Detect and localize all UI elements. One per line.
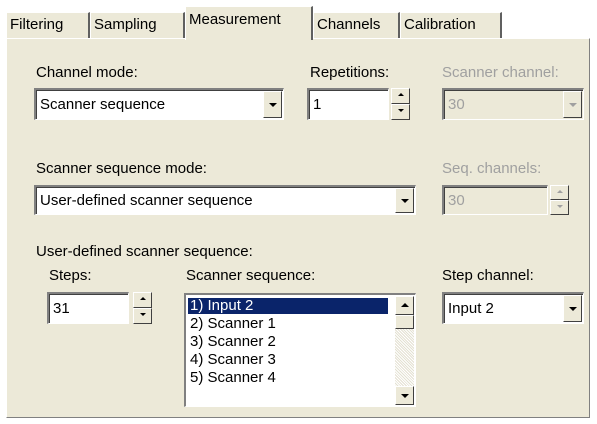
scroll-up-icon[interactable] [395, 296, 414, 315]
spin-up-icon[interactable] [391, 88, 410, 104]
scroll-down-icon[interactable] [395, 386, 414, 405]
scanner-channel-value: 30 [448, 96, 465, 113]
spin-down-icon[interactable] [550, 200, 569, 215]
scanner-channel-label: Scanner channel: [442, 64, 559, 81]
seq-mode-label: Scanner sequence mode: [36, 160, 207, 177]
scroll-thumb[interactable] [395, 315, 414, 329]
seq-channels-spinner[interactable] [550, 185, 569, 215]
tab-label: Channels [317, 16, 381, 33]
spin-down-icon[interactable] [133, 308, 152, 324]
tab-calibration[interactable]: Calibration [400, 12, 502, 38]
tab-label: Calibration [404, 16, 476, 33]
user-seq-label: User-defined scanner sequence: [36, 243, 253, 260]
chevron-down-icon[interactable] [563, 91, 582, 118]
scanner-channel-dropdown[interactable]: 30 [442, 88, 584, 120]
step-channel-value: Input 2 [448, 300, 494, 317]
repetitions-label: Repetitions: [310, 64, 390, 81]
tab-label: Sampling [94, 16, 157, 33]
list-item[interactable]: 3) Scanner 2 [188, 334, 388, 350]
seq-channels-value: 30 [448, 192, 465, 209]
seq-mode-dropdown[interactable]: User-defined scanner sequence [34, 185, 416, 215]
repetitions-field[interactable]: 1 [307, 88, 389, 120]
repetitions-spinner[interactable] [391, 88, 410, 120]
tab-measurement[interactable]: Measurement [185, 6, 313, 40]
list-item[interactable]: 5) Scanner 4 [188, 370, 388, 386]
step-channel-dropdown[interactable]: Input 2 [442, 292, 584, 324]
tab-label: Measurement [189, 11, 281, 28]
tab-filtering[interactable]: Filtering [6, 12, 90, 38]
spin-up-icon[interactable] [550, 185, 569, 200]
channel-mode-dropdown[interactable]: Scanner sequence [34, 88, 284, 120]
steps-spinner[interactable] [133, 292, 152, 324]
steps-label: Steps: [49, 267, 92, 284]
steps-field[interactable]: 31 [47, 292, 129, 324]
scanner-sequence-list[interactable]: 1) Input 2 2) Scanner 1 3) Scanner 2 4) … [184, 293, 416, 407]
list-scrollbar[interactable] [395, 296, 414, 405]
tab-sampling[interactable]: Sampling [90, 12, 185, 38]
scanner-sequence-label: Scanner sequence: [186, 267, 316, 284]
spin-down-icon[interactable] [391, 104, 410, 120]
chevron-down-icon[interactable] [563, 295, 582, 322]
repetitions-value: 1 [313, 96, 322, 113]
channel-mode-label: Channel mode: [36, 64, 138, 81]
seq-channels-field[interactable]: 30 [442, 185, 548, 215]
list-item[interactable]: 1) Input 2 [188, 298, 388, 314]
steps-value: 31 [53, 300, 70, 317]
tab-label: Filtering [10, 16, 64, 33]
chevron-down-icon[interactable] [263, 91, 282, 118]
list-item[interactable]: 2) Scanner 1 [188, 316, 388, 332]
seq-mode-value: User-defined scanner sequence [40, 192, 253, 209]
tab-channels[interactable]: Channels [313, 12, 400, 38]
spin-up-icon[interactable] [133, 292, 152, 308]
seq-channels-label: Seq. channels: [442, 160, 542, 177]
step-channel-label: Step channel: [442, 267, 534, 284]
chevron-down-icon[interactable] [395, 188, 414, 213]
channel-mode-value: Scanner sequence [40, 96, 166, 113]
list-item[interactable]: 4) Scanner 3 [188, 352, 388, 368]
